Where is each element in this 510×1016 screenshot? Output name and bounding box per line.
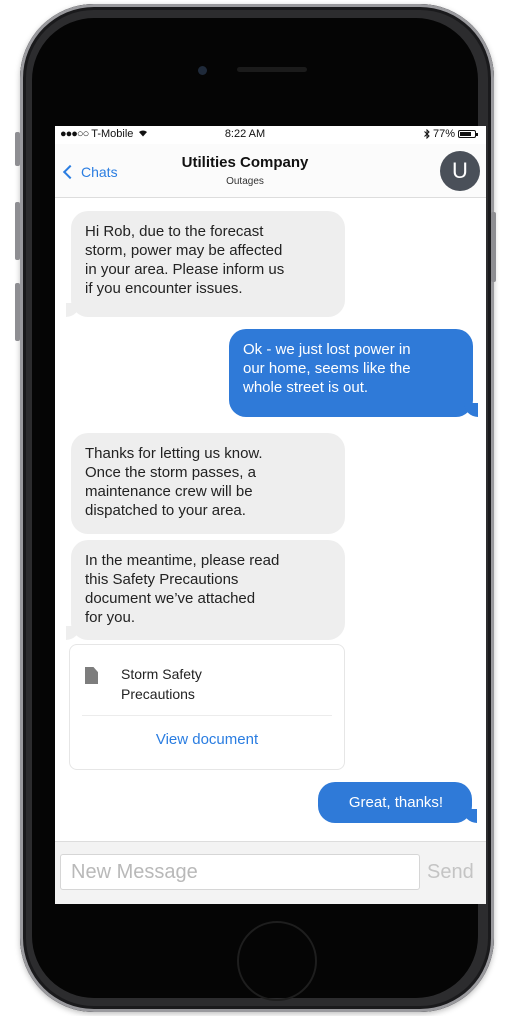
incoming-message: Hi Rob, due to the forecast storm, power…	[66, 211, 345, 317]
navigation-bar: Chats Utilities Company Outages U	[55, 144, 486, 198]
avatar[interactable]: U	[440, 151, 480, 191]
incoming-message: Thanks for letting us know. Once the sto…	[71, 433, 345, 534]
mute-switch	[15, 132, 20, 166]
new-message-input[interactable]	[60, 854, 420, 890]
volume-down-button	[15, 283, 20, 341]
conversation-subtitle: Outages	[226, 176, 264, 187]
message-composer: Send	[55, 841, 486, 904]
earpiece-speaker	[237, 67, 307, 72]
battery-percent: 77%	[432, 128, 455, 140]
document-attachment-card: Storm Safety Precautions View document	[69, 644, 345, 770]
conversation-title: Utilities Company	[181, 154, 309, 171]
status-time: 8:22 AM	[224, 128, 266, 140]
volume-up-button	[15, 202, 20, 260]
outgoing-message: Great, thanks!	[318, 782, 477, 823]
status-bar: ●●●○○ T-Mobile 8:22 AM 77%	[55, 126, 486, 142]
send-button[interactable]: Send	[427, 854, 483, 890]
battery-fill	[460, 132, 471, 136]
incoming-message: In the meantime, please read this Safety…	[66, 540, 345, 640]
attachment-divider	[82, 715, 332, 716]
bluetooth-icon	[424, 129, 430, 139]
power-button	[491, 212, 496, 282]
battery-info: 77%	[424, 128, 478, 140]
home-button[interactable]	[237, 921, 317, 1001]
outgoing-message: Ok - we just lost power in our home, see…	[229, 329, 478, 417]
front-camera	[198, 66, 207, 75]
view-document-button[interactable]: View document	[70, 731, 344, 748]
phone-screen: ●●●○○ T-Mobile 8:22 AM 77% Chats Utilitie…	[55, 126, 486, 904]
attachment-title: Storm Safety Precautions	[121, 666, 202, 702]
document-icon	[85, 667, 98, 684]
battery-icon	[458, 130, 478, 138]
